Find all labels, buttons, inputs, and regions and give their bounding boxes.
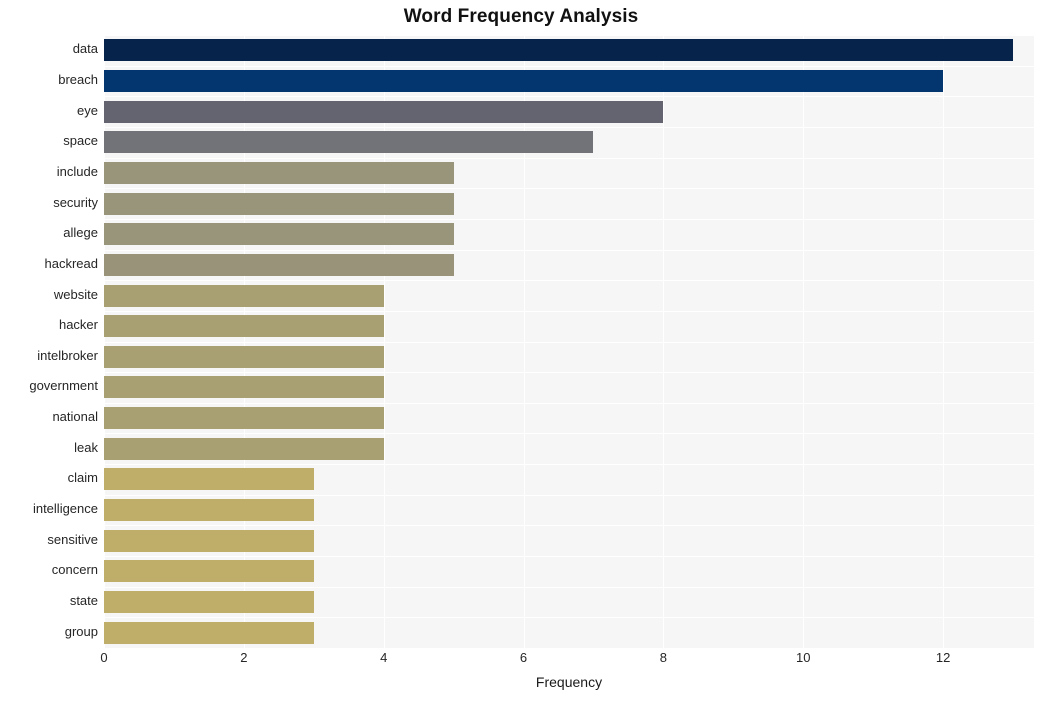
y-tick-label-sensitive: sensitive bbox=[47, 531, 98, 547]
bar-website[interactable] bbox=[104, 284, 384, 307]
gridline-horizontal bbox=[104, 556, 1034, 557]
y-axis-tick-labels: data breach eye space include security allege h… bbox=[0, 35, 98, 648]
gridline-horizontal bbox=[104, 158, 1034, 159]
x-tick-label-8: 8 bbox=[659, 650, 667, 665]
bar-space[interactable] bbox=[104, 131, 594, 154]
bar-eye[interactable] bbox=[104, 100, 664, 123]
gridline-horizontal bbox=[104, 311, 1034, 312]
bar-concern[interactable] bbox=[104, 560, 314, 583]
y-tick-label-include: include bbox=[56, 163, 98, 179]
bar-intelligence[interactable] bbox=[104, 499, 314, 522]
y-tick-label-leak: leak bbox=[74, 439, 98, 455]
y-tick-label-national: national bbox=[52, 409, 98, 425]
gridline-horizontal bbox=[104, 188, 1034, 189]
x-tick-label-10: 10 bbox=[796, 650, 811, 665]
y-tick-label-government: government bbox=[29, 378, 98, 394]
gridline-horizontal bbox=[104, 587, 1034, 588]
y-tick-label-eye: eye bbox=[77, 102, 98, 118]
gridline-horizontal bbox=[104, 127, 1034, 128]
bar-hackread[interactable] bbox=[104, 253, 454, 276]
y-tick-label-security: security bbox=[53, 194, 98, 210]
gridline-horizontal bbox=[104, 464, 1034, 465]
y-tick-label-website: website bbox=[53, 286, 98, 302]
bar-intelbroker[interactable] bbox=[104, 345, 384, 368]
x-tick-label-2: 2 bbox=[240, 650, 248, 665]
gridline-horizontal bbox=[104, 96, 1034, 97]
gridline-horizontal bbox=[104, 403, 1034, 404]
bar-security[interactable] bbox=[104, 192, 454, 215]
x-tick-label-6: 6 bbox=[519, 650, 528, 665]
y-tick-label-intelligence: intelligence bbox=[32, 501, 98, 517]
word-frequency-chart: Word Frequency Analysis data breach eye spa… bbox=[0, 0, 1042, 701]
y-tick-label-concern: concern bbox=[51, 562, 98, 578]
bar-national[interactable] bbox=[104, 407, 384, 430]
y-tick-label-hacker: hacker bbox=[58, 317, 98, 333]
x-axis-label: Frequency bbox=[535, 674, 603, 690]
y-tick-label-claim: claim bbox=[67, 470, 98, 486]
y-tick-label-hackread: hackread bbox=[44, 255, 98, 271]
x-tick-label-12: 12 bbox=[935, 650, 951, 665]
x-axis-tick-labels: 0 2 4 6 8 10 12 bbox=[100, 650, 1034, 672]
bar-leak[interactable] bbox=[104, 437, 384, 460]
bar-breach[interactable] bbox=[104, 69, 944, 92]
y-tick-label-space: space bbox=[63, 133, 98, 149]
bar-include[interactable] bbox=[104, 161, 454, 184]
bar-group[interactable] bbox=[104, 621, 314, 644]
bar-data[interactable] bbox=[104, 39, 1014, 62]
bar-claim[interactable] bbox=[104, 468, 314, 491]
bar-state[interactable] bbox=[104, 591, 314, 614]
gridline-horizontal bbox=[104, 250, 1034, 251]
x-tick-label-4: 4 bbox=[380, 650, 388, 665]
gridline-horizontal bbox=[104, 495, 1034, 496]
gridline-horizontal bbox=[104, 525, 1034, 526]
gridline-horizontal bbox=[104, 35, 1034, 36]
page-title: Word Frequency Analysis bbox=[403, 6, 639, 27]
y-tick-label-data: data bbox=[72, 41, 98, 57]
gridline-horizontal bbox=[104, 617, 1034, 618]
y-tick-label-intelbroker: intelbroker bbox=[37, 347, 98, 363]
gridline-horizontal bbox=[104, 372, 1034, 373]
y-tick-label-group: group bbox=[64, 623, 98, 639]
y-tick-label-allege: allege bbox=[63, 225, 98, 241]
bar-sensitive[interactable] bbox=[104, 529, 314, 552]
y-tick-label-state: state bbox=[69, 593, 98, 609]
plot-area bbox=[104, 35, 1034, 648]
y-tick-label-breach: breach bbox=[58, 71, 98, 87]
gridline-horizontal bbox=[104, 342, 1034, 343]
bar-government[interactable] bbox=[104, 376, 384, 399]
x-tick-label-0: 0 bbox=[100, 650, 108, 665]
gridline-horizontal bbox=[104, 219, 1034, 220]
gridline-horizontal bbox=[104, 280, 1034, 281]
gridline-horizontal bbox=[104, 433, 1034, 434]
bar-allege[interactable] bbox=[104, 223, 454, 246]
bar-hacker[interactable] bbox=[104, 315, 384, 338]
gridline-horizontal bbox=[104, 66, 1034, 67]
